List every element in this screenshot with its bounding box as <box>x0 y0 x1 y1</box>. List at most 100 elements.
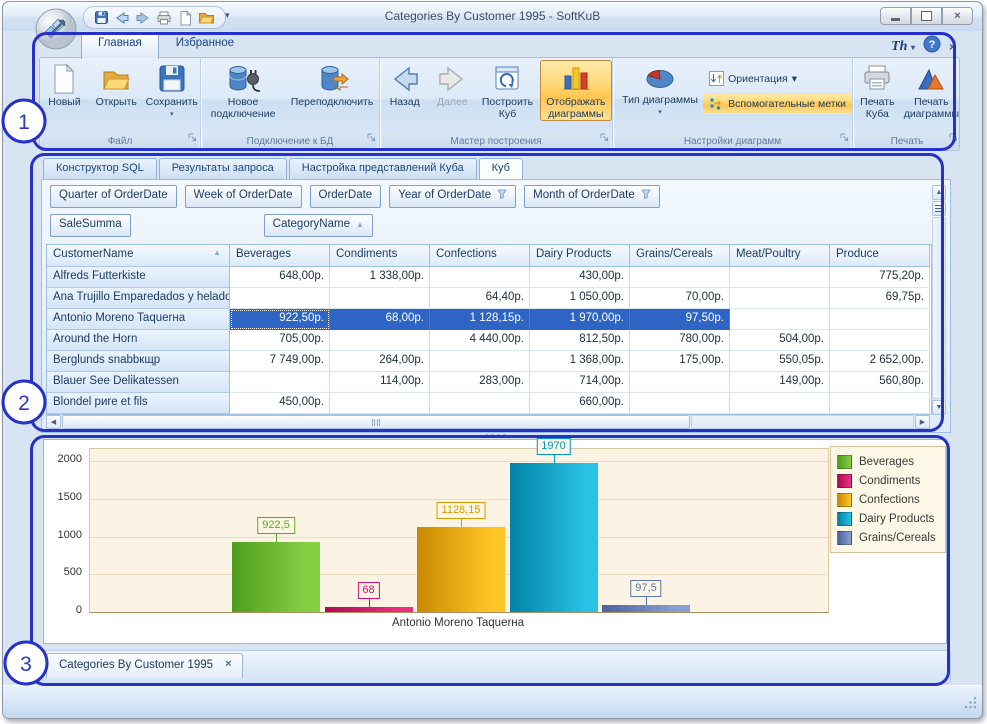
horizontal-scrollbar[interactable]: ◀ ▶ <box>46 415 930 429</box>
value-cell[interactable]: 504,00р. <box>730 330 830 351</box>
value-cell[interactable]: 97,50р. <box>630 309 730 330</box>
orientation-button[interactable]: Ориентация▾ <box>703 68 852 89</box>
column-header[interactable]: Confections <box>430 245 530 267</box>
value-cell[interactable]: 1 050,00р. <box>530 288 630 309</box>
print-chart-button[interactable]: Печать диаграммы <box>902 60 961 121</box>
value-cell[interactable]: 149,00р. <box>730 372 830 393</box>
value-cell[interactable] <box>730 309 830 330</box>
column-header[interactable]: Beverages <box>230 245 330 267</box>
value-cell[interactable] <box>330 393 430 414</box>
cube-tab-1[interactable]: Конструктор SQL <box>43 158 157 179</box>
application-menu-button[interactable] <box>34 7 78 56</box>
value-cell[interactable]: 660,00р. <box>530 393 630 414</box>
scroll-up-button[interactable]: ▲ <box>932 185 946 200</box>
value-cell[interactable]: 560,80р. <box>830 372 930 393</box>
value-cell[interactable] <box>730 288 830 309</box>
value-cell[interactable] <box>430 351 530 372</box>
value-cell[interactable]: 1 128,15р. <box>430 309 530 330</box>
value-cell[interactable]: 812,50р. <box>530 330 630 351</box>
value-cell[interactable]: 69,75р. <box>830 288 930 309</box>
minimize-button[interactable] <box>880 7 911 25</box>
open-button[interactable]: Открыть <box>89 60 144 109</box>
value-cell[interactable]: 2 652,00р. <box>830 351 930 372</box>
dialog-launcher-icon[interactable] <box>366 130 377 148</box>
save-button[interactable]: Сохранить▾ <box>144 60 200 122</box>
value-cell[interactable] <box>630 393 730 414</box>
value-cell[interactable]: 4 440,00р. <box>430 330 530 351</box>
resize-grip[interactable] <box>964 695 978 714</box>
column-header[interactable]: Produce <box>830 245 930 267</box>
ribbon-tab-2[interactable]: Избранное <box>159 33 251 59</box>
value-cell[interactable] <box>730 393 830 414</box>
cube-tab-2[interactable]: Результаты запроса <box>159 158 287 179</box>
value-cell[interactable]: 780,00р. <box>630 330 730 351</box>
scroll-menu-button[interactable] <box>932 201 946 216</box>
close-button[interactable]: × <box>942 7 973 25</box>
column-field-categoryname[interactable]: CategoryName▲ <box>264 214 373 237</box>
filter-field-2[interactable]: Week of OrderDate <box>185 185 302 208</box>
dialog-launcher-icon[interactable] <box>948 130 959 148</box>
value-cell[interactable]: 68,00р. <box>330 309 430 330</box>
column-header[interactable]: Meat/Poultry <box>730 245 830 267</box>
value-cell[interactable] <box>330 288 430 309</box>
value-cell[interactable]: 283,00р. <box>430 372 530 393</box>
value-cell[interactable]: 7 749,00р. <box>230 351 330 372</box>
ribbon-tab-1[interactable]: Главная <box>81 33 159 59</box>
vertical-scroll-track[interactable] <box>932 217 946 399</box>
column-header[interactable]: Dairy Products <box>530 245 630 267</box>
row-header-cell[interactable]: Berglunds snabbкщр <box>47 351 230 372</box>
value-cell[interactable]: 114,00р. <box>330 372 430 393</box>
build-cube-button[interactable]: Построить Куб <box>475 60 540 121</box>
document-tab[interactable]: Categories By Customer 1995 × <box>46 653 243 678</box>
document-tab-close-icon[interactable]: × <box>225 658 231 678</box>
row-header-cell[interactable]: Alfreds Futterkiste <box>47 267 230 288</box>
help-button[interactable]: ? <box>923 35 941 58</box>
scroll-right-button[interactable]: ▶ <box>915 415 930 429</box>
value-cell[interactable] <box>430 393 530 414</box>
value-cell[interactable]: 64,40р. <box>430 288 530 309</box>
filter-field-4[interactable]: Year of OrderDate <box>389 185 516 208</box>
value-cell[interactable] <box>730 267 830 288</box>
new-button[interactable]: Новый <box>40 60 89 109</box>
value-cell[interactable]: 1 338,00р. <box>330 267 430 288</box>
value-cell[interactable]: 705,00р. <box>230 330 330 351</box>
value-cell[interactable]: 550,05р. <box>730 351 830 372</box>
cube-tab-4[interactable]: Куб <box>479 158 523 179</box>
horizontal-scroll-track[interactable] <box>691 415 914 429</box>
value-cell[interactable] <box>830 309 930 330</box>
value-cell[interactable]: 922,50р. <box>230 309 330 330</box>
new-connection-button[interactable]: Новое подключение <box>201 60 285 121</box>
row-header-cell[interactable]: Around the Horn <box>47 330 230 351</box>
vertical-scrollbar[interactable]: ▲ ▼ <box>932 185 946 415</box>
dialog-launcher-icon[interactable] <box>599 130 610 148</box>
maximize-button[interactable] <box>911 7 942 25</box>
value-cell[interactable]: 450,00р. <box>230 393 330 414</box>
show-charts-button[interactable]: Отображать диаграммы <box>540 60 612 121</box>
print-cube-button[interactable]: Печать Куба <box>853 60 902 121</box>
data-field-salesumma[interactable]: SaleSumma <box>50 214 131 237</box>
scroll-down-button[interactable]: ▼ <box>932 400 946 415</box>
row-header-cell[interactable]: Antonio Moreno Taquerна <box>47 309 230 330</box>
value-cell[interactable]: 775,20р. <box>830 267 930 288</box>
value-cell[interactable]: 264,00р. <box>330 351 430 372</box>
back-button[interactable]: Назад <box>380 60 429 109</box>
value-cell[interactable]: 714,00р. <box>530 372 630 393</box>
column-header[interactable]: Grains/Cereals <box>630 245 730 267</box>
value-cell[interactable]: 430,00р. <box>530 267 630 288</box>
value-cell[interactable]: 175,00р. <box>630 351 730 372</box>
filter-field-1[interactable]: Quarter of OrderDate <box>50 185 177 208</box>
dialog-launcher-icon[interactable] <box>187 130 198 148</box>
value-cell[interactable] <box>230 288 330 309</box>
column-header[interactable]: Condiments <box>330 245 430 267</box>
filter-field-5[interactable]: Month of OrderDate <box>524 185 660 208</box>
value-cell[interactable]: 1 368,00р. <box>530 351 630 372</box>
value-cell[interactable]: 70,00р. <box>630 288 730 309</box>
value-cell[interactable]: 648,00р. <box>230 267 330 288</box>
row-header-cell[interactable]: Blondel pиre et fils <box>47 393 230 414</box>
value-cell[interactable] <box>830 330 930 351</box>
value-cell[interactable] <box>630 372 730 393</box>
filter-field-3[interactable]: OrderDate <box>310 185 382 208</box>
column-header-customername[interactable]: CustomerName▲ <box>47 245 230 267</box>
splitter-handle[interactable] <box>41 432 949 438</box>
row-header-cell[interactable]: Ana Trujillo Emparedados y helados <box>47 288 230 309</box>
